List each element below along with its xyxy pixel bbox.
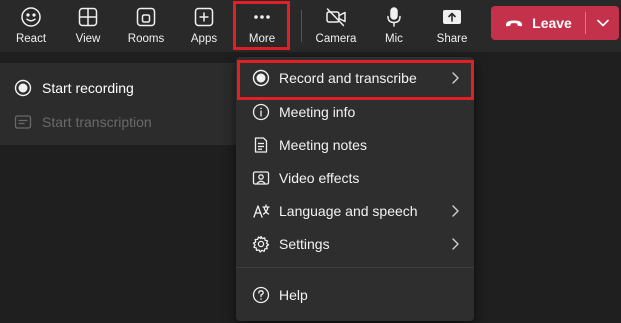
more-highlight-box (233, 1, 290, 50)
rooms-button[interactable]: Rooms (121, 2, 171, 50)
chevron-down-icon (596, 19, 609, 27)
menu-item-label: Meeting notes (279, 137, 367, 153)
chevron-right-icon (452, 238, 459, 250)
toolbar-divider (301, 10, 302, 42)
notes-icon (254, 137, 268, 153)
chevron-right-icon (452, 205, 459, 217)
menu-item-label: Language and speech (279, 203, 418, 219)
start-recording-item[interactable]: Start recording (14, 77, 134, 99)
start-transcription-label: Start transcription (42, 114, 152, 130)
camera-label: Camera (315, 33, 357, 45)
record-submenu: Start recording Start transcription (0, 63, 236, 145)
menu-item-label: Settings (279, 236, 330, 252)
video-effects-icon (252, 171, 270, 185)
chevron-right-icon (452, 72, 459, 84)
gear-icon (252, 235, 270, 253)
menu-item-meeting-notes[interactable]: Meeting notes (236, 130, 474, 160)
menu-item-help[interactable]: Help (236, 280, 474, 310)
smiley-icon (21, 7, 41, 27)
info-icon (252, 103, 270, 121)
view-button[interactable]: View (63, 2, 113, 50)
microphone-icon (387, 7, 401, 27)
record-icon (252, 69, 270, 87)
menu-item-label: Video effects (279, 170, 360, 186)
more-menu: Record and transcribe Meeting info Meeti… (236, 57, 474, 321)
menu-item-label: Record and transcribe (279, 70, 417, 86)
share-label: Share (436, 33, 468, 45)
mic-label: Mic (385, 33, 403, 45)
language-icon (253, 204, 270, 218)
menu-item-label: Help (279, 287, 308, 303)
share-button[interactable]: Share (427, 2, 477, 50)
hang-up-icon (506, 20, 523, 27)
camera-off-icon (326, 8, 346, 27)
start-recording-label: Start recording (42, 80, 134, 96)
menu-item-settings[interactable]: Settings (236, 229, 474, 259)
leave-label: Leave (532, 15, 572, 31)
transcription-icon (14, 115, 32, 129)
record-icon (14, 79, 32, 97)
mic-button[interactable]: Mic (369, 2, 419, 50)
apps-label: Apps (190, 33, 218, 45)
rooms-icon (136, 7, 156, 27)
menu-item-video-effects[interactable]: Video effects (236, 163, 474, 193)
leave-separator (585, 12, 586, 34)
react-label: React (15, 33, 47, 45)
grid-view-icon (78, 7, 98, 27)
menu-item-meeting-info[interactable]: Meeting info (236, 97, 474, 127)
view-label: View (75, 33, 101, 45)
add-app-icon (194, 7, 214, 27)
share-screen-icon (443, 10, 461, 24)
leave-options-button[interactable] (586, 6, 619, 40)
menu-divider (236, 267, 474, 268)
meeting-toolbar: React View Rooms Apps More Camera Mic Sh… (0, 0, 621, 52)
camera-button[interactable]: Camera (311, 2, 361, 50)
react-button[interactable]: React (6, 2, 56, 50)
start-transcription-item[interactable]: Start transcription (14, 111, 152, 133)
apps-button[interactable]: Apps (179, 2, 229, 50)
rooms-label: Rooms (127, 33, 165, 45)
leave-button[interactable]: Leave (491, 6, 585, 40)
menu-item-language-and-speech[interactable]: Language and speech (236, 196, 474, 226)
menu-item-record-and-transcribe[interactable]: Record and transcribe (236, 63, 474, 93)
help-icon (252, 286, 270, 304)
menu-item-label: Meeting info (279, 104, 356, 120)
leave-button-group: Leave (491, 6, 619, 40)
